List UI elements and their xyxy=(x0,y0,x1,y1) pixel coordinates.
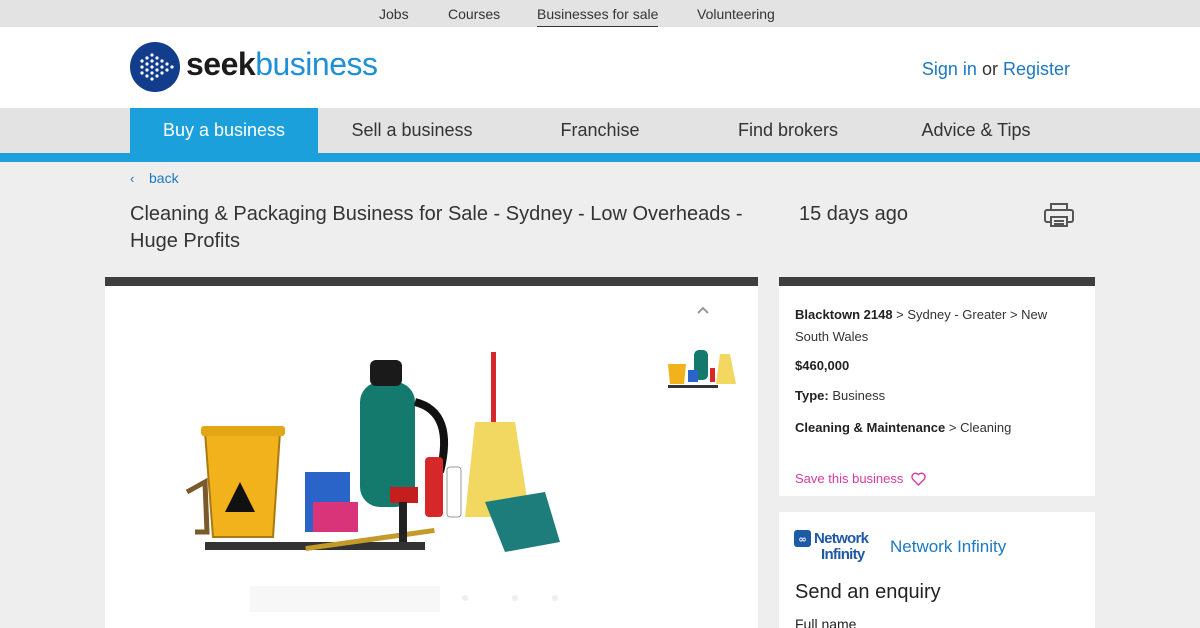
topnav-businesses-for-sale[interactable]: Businesses for sale xyxy=(537,6,659,28)
category-line: Cleaning & Maintenance > Cleaning xyxy=(795,417,1079,439)
printer-icon[interactable] xyxy=(1043,202,1075,228)
nav-buy-a-business[interactable]: Buy a business xyxy=(130,108,318,153)
topnav-volunteering[interactable]: Volunteering xyxy=(697,6,775,22)
back-link[interactable]: ‹ back xyxy=(130,170,179,186)
listing-title: Cleaning & Packaging Business for Sale -… xyxy=(130,203,743,252)
topnav-courses[interactable]: Courses xyxy=(448,6,500,22)
logo-mark-icon xyxy=(130,42,180,92)
broker-logo-line1: Network xyxy=(814,530,870,547)
posted-date: 15 days ago xyxy=(799,203,908,225)
location-suburb: Blacktown 2148 xyxy=(795,307,893,322)
asking-price: $460,000 xyxy=(795,358,850,373)
svg-text:∞: ∞ xyxy=(798,535,806,546)
gallery-thumbnail[interactable] xyxy=(664,344,738,390)
sign-in-link[interactable]: Sign in xyxy=(922,59,977,79)
logo-seek-text: seek xyxy=(186,46,256,82)
image-gallery xyxy=(105,277,758,628)
broker-logo[interactable]: ∞ Network Infinity xyxy=(794,528,876,564)
top-navigation: Jobs Courses Businesses for sale Volunte… xyxy=(0,0,1200,28)
back-label: back xyxy=(149,170,179,186)
chevron-up-icon[interactable] xyxy=(695,302,711,318)
subcategory-label: > Cleaning xyxy=(945,420,1012,435)
heart-icon xyxy=(911,471,926,493)
register-link[interactable]: Register xyxy=(1003,59,1070,79)
full-name-label: Full name xyxy=(795,616,857,628)
location-line: Blacktown 2148 > Sydney - Greater > New … xyxy=(795,304,1079,348)
logo-wordmark: seekbusiness xyxy=(186,46,378,82)
logo-business-text: business xyxy=(255,46,378,82)
broker-logo-line2: Infinity xyxy=(821,546,866,563)
main-listing-image[interactable] xyxy=(185,342,585,578)
auth-separator: or xyxy=(981,59,998,79)
type-line: Type: Business xyxy=(795,385,1079,407)
main-navigation: Buy a business Sell a business Franchise… xyxy=(0,108,1200,153)
type-value: Business xyxy=(828,388,886,403)
topnav-jobs[interactable]: Jobs xyxy=(379,6,409,22)
chevron-left-icon: ‹ xyxy=(130,171,135,186)
auth-links: Sign in or Register xyxy=(922,59,1070,80)
nav-franchise[interactable]: Franchise xyxy=(506,108,694,153)
enquiry-card: ∞ Network Infinity Network Infinity Send… xyxy=(779,512,1095,628)
type-label: Type: xyxy=(795,388,829,403)
category-label: Cleaning & Maintenance xyxy=(795,420,946,435)
broker-name-link[interactable]: Network Infinity xyxy=(890,537,1006,557)
nav-accent-bar xyxy=(0,153,1200,162)
price-line: $460,000 xyxy=(795,355,1079,377)
seek-business-logo[interactable]: seekbusiness xyxy=(130,42,390,92)
nav-advice-and-tips[interactable]: Advice & Tips xyxy=(882,108,1070,153)
save-business-label: Save this business xyxy=(795,471,904,486)
listing-details-card: Blacktown 2148 > Sydney - Greater > New … xyxy=(779,277,1095,496)
save-business-button[interactable]: Save this business xyxy=(795,468,926,493)
nav-sell-a-business[interactable]: Sell a business xyxy=(318,108,506,153)
nav-find-brokers[interactable]: Find brokers xyxy=(694,108,882,153)
enquiry-heading: Send an enquiry xyxy=(795,581,941,603)
site-header: seekbusiness Sign in or Register xyxy=(0,27,1200,108)
gallery-controls xyxy=(250,582,580,614)
